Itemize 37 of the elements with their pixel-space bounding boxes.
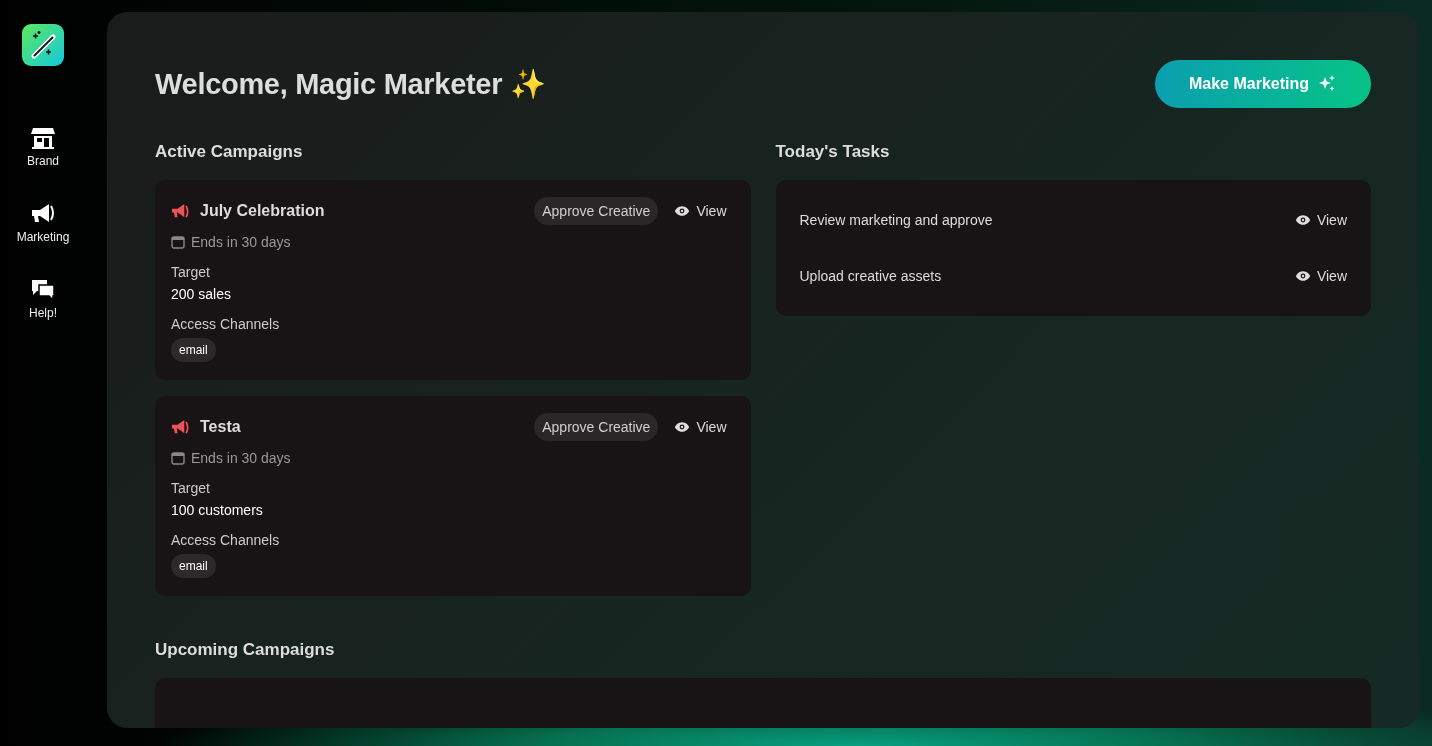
calendar-icon — [171, 235, 185, 249]
megaphone-icon — [171, 418, 190, 436]
task-label: Review marketing and approve — [799, 212, 993, 228]
target-value: 100 customers — [171, 502, 264, 518]
channel-tag: email — [171, 338, 216, 362]
sidebar-item[interactable]: Help! — [29, 278, 57, 320]
view-link[interactable]: View — [666, 203, 735, 219]
section-heading: Upcoming Campaigns — [155, 640, 336, 660]
end-date: Ends in 30 days — [191, 234, 291, 250]
eye-icon — [1294, 214, 1311, 226]
view-link[interactable]: View — [666, 419, 735, 435]
section-heading: Active Campaigns — [155, 142, 304, 162]
store-icon — [30, 126, 56, 150]
eye-icon — [674, 421, 691, 433]
sidebar-item[interactable]: Brand — [27, 126, 59, 168]
megaphone-icon — [171, 202, 190, 220]
task-label: Upload creative assets — [799, 268, 942, 284]
approve-creative-button[interactable]: Approve Creative — [534, 413, 659, 441]
section-heading: Today's Tasks — [775, 142, 891, 162]
sidebar-item[interactable]: Marketing — [16, 202, 70, 244]
campaign-name: July Celebration — [200, 202, 325, 220]
view-link[interactable]: View — [1286, 268, 1355, 284]
end-date: Ends in 30 days — [191, 450, 291, 466]
magic-wand-logo[interactable] — [22, 24, 64, 66]
target-value: 200 sales — [171, 286, 232, 302]
channel-tag: email — [171, 554, 216, 578]
eye-icon — [674, 205, 691, 217]
field-label: Access Channels — [171, 532, 281, 548]
page-title: Welcome, Magic Marketer ✨ — [155, 67, 546, 101]
campaign-name: Testa — [200, 418, 241, 436]
field-label: Target — [171, 264, 211, 280]
view-link[interactable]: View — [1286, 212, 1355, 228]
field-label: Access Channels — [171, 316, 281, 332]
field-label: Target — [171, 480, 211, 496]
approve-creative-button[interactable]: Approve Creative — [534, 197, 659, 225]
eye-icon — [1294, 270, 1311, 282]
calendar-icon — [171, 451, 185, 465]
